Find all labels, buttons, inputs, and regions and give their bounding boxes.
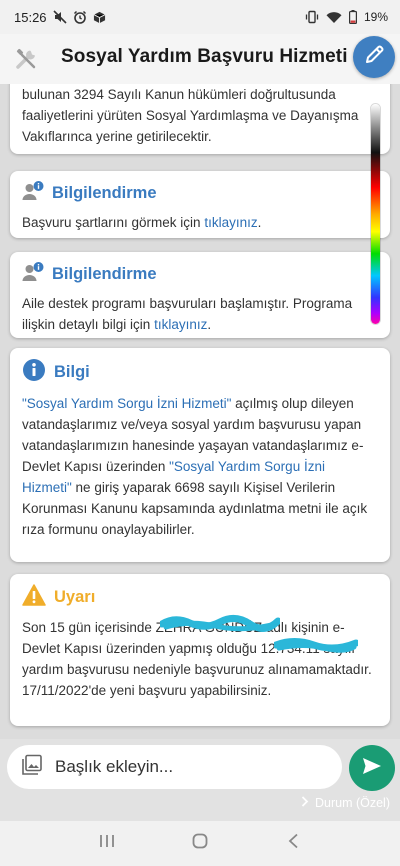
info2-link[interactable]: tıklayınız [154, 317, 207, 332]
info1-text-before: Başvuru şartlarını görmek için [22, 215, 205, 230]
scribble-redaction-name [160, 615, 280, 632]
info2-text: Aile destek programı başvuruları başlamı… [22, 293, 378, 335]
recents-icon [99, 834, 115, 853]
back-button[interactable] [273, 829, 313, 859]
pencil-icon [363, 44, 385, 71]
warning-text-a: Son 15 gün içerisinde [22, 620, 156, 635]
bilgi-highlight-1: "Sosyal Yardım Sorgu İzni Hizmeti" [22, 396, 232, 411]
warning-title: Uyarı [54, 588, 96, 606]
tools-icon[interactable] [14, 47, 40, 76]
intro-card: bulunan 3294 Sayılı Kanun hükümleri doğr… [10, 84, 390, 154]
user-info-icon [22, 181, 44, 206]
caption-placeholder: Başlık ekleyin... [55, 757, 174, 776]
home-icon [192, 833, 208, 854]
info-card-1: Bilgilendirme Başvuru şartlarını görmek … [10, 171, 390, 238]
status-bar: 15:26 19% [0, 0, 400, 34]
info-icon [22, 358, 46, 387]
warning-icon [22, 584, 46, 611]
battery-icon [348, 10, 357, 24]
pen-color-slider[interactable] [371, 104, 380, 324]
caption-input[interactable]: Başlık ekleyin... [7, 745, 342, 789]
package-icon [93, 11, 106, 24]
recents-button[interactable] [87, 829, 127, 859]
info1-title: Bilgilendirme [52, 184, 157, 202]
status-privacy-button[interactable]: Durum (Özel) [301, 796, 390, 810]
info-card-2: Bilgilendirme Aile destek programı başvu… [10, 252, 390, 338]
home-button[interactable] [180, 829, 220, 859]
bilgi-title: Bilgi [54, 363, 90, 381]
info1-link[interactable]: tıklayınız [204, 215, 257, 230]
chevron-right-icon [301, 796, 309, 810]
bilgi-text-2: ne giriş yaparak 6698 sayılı Kişisel Ver… [22, 480, 368, 537]
page-title: Sosyal Yardım Başvuru Hizmeti [61, 46, 348, 67]
alarm-icon [73, 10, 87, 24]
content-area[interactable]: bulunan 3294 Sayılı Kanun hükümleri doğr… [0, 84, 400, 739]
send-icon [361, 755, 383, 782]
warning-card: Uyarı Son 15 gün içerisinde ZEHRA GÜNDÜZ… [10, 574, 390, 726]
scribble-redaction-number [274, 638, 358, 653]
info1-text: Başvuru şartlarını görmek için tıklayını… [22, 212, 378, 233]
bilgi-text: "Sosyal Yardım Sorgu İzni Hizmeti" açılm… [22, 393, 378, 540]
wifi-icon [326, 11, 342, 24]
user-info-icon [22, 262, 44, 287]
system-nav-bar [0, 821, 400, 866]
edit-button[interactable] [353, 36, 395, 78]
status-label-text: Durum (Özel) [314, 796, 390, 810]
gallery-icon[interactable] [21, 754, 43, 781]
app-header: Sosyal Yardım Başvuru Hizmeti [0, 34, 400, 84]
compose-bar: Başlık ekleyin... Durum (Özel) [0, 739, 400, 821]
send-button[interactable] [349, 745, 395, 791]
vibrate-icon [305, 10, 319, 24]
info1-text-after: . [257, 215, 262, 230]
battery-percent: 19% [363, 10, 388, 24]
info2-text-after: . [207, 317, 212, 332]
status-time: 15:26 [14, 9, 47, 25]
info2-title: Bilgilendirme [52, 265, 157, 283]
intro-text: bulunan 3294 Sayılı Kanun hükümleri doğr… [22, 87, 359, 144]
back-icon [287, 833, 299, 854]
bilgi-card: Bilgi "Sosyal Yardım Sorgu İzni Hizmeti"… [10, 348, 390, 562]
mute-icon [52, 10, 67, 24]
